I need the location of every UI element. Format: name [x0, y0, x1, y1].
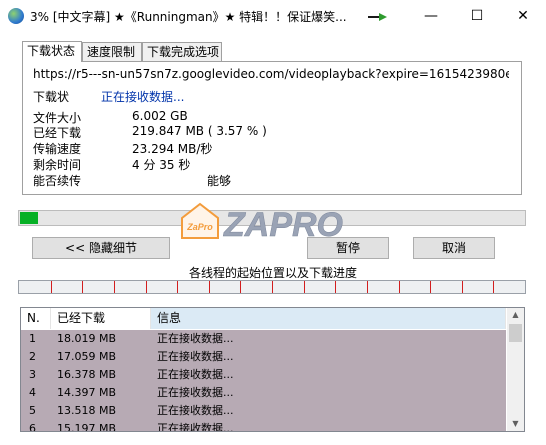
- row-info: 正在接收数据...: [157, 332, 234, 345]
- thread-start-tick: [367, 281, 368, 293]
- thread-list[interactable]: N. 已经下载 信息 1 18.019 MB 正在接收数据... 2 17.05…: [20, 307, 525, 432]
- hide-details-button[interactable]: << 隐藏细节: [32, 237, 170, 259]
- list-item[interactable]: 4 14.397 MB 正在接收数据...: [21, 384, 506, 402]
- list-item[interactable]: 5 13.518 MB 正在接收数据...: [21, 402, 506, 420]
- file-size-value: 6.002 GB: [132, 109, 188, 123]
- row-number: 2: [29, 350, 36, 363]
- vertical-scrollbar[interactable]: ▲ ▼: [507, 308, 524, 431]
- row-downloaded: 13.518 MB: [57, 404, 117, 417]
- list-item[interactable]: 1 18.019 MB 正在接收数据...: [21, 330, 506, 348]
- thread-start-tick: [177, 281, 178, 293]
- column-header-info[interactable]: 信息: [151, 308, 506, 329]
- thread-start-tick: [462, 281, 463, 293]
- logo-badge-text: ZaPro: [186, 222, 213, 232]
- row-downloaded: 17.059 MB: [57, 350, 117, 363]
- window-title: 3% [中文字幕] ★《Runningman》★ 特辑！！保证爆笑...: [30, 10, 347, 24]
- row-number: 6: [29, 422, 36, 432]
- download-url: https://r5---sn-un57sn7z.googlevideo.com…: [33, 67, 509, 81]
- minimize-button[interactable]: —: [408, 0, 454, 32]
- scroll-thumb[interactable]: [509, 324, 522, 342]
- speed-value: 23.294 MB/秒: [132, 142, 213, 156]
- tab-download-status[interactable]: 下载状态: [22, 41, 82, 62]
- tab-completion-options[interactable]: 下载完成选项: [142, 42, 222, 61]
- threads-caption: 各线程的起始位置以及下载进度: [188, 266, 357, 280]
- row-info: 正在接收数据...: [157, 386, 234, 399]
- status-panel: [22, 61, 522, 195]
- state-label: 下载状: [33, 90, 70, 104]
- close-button[interactable]: ✕: [500, 0, 546, 32]
- row-downloaded: 15.197 MB: [57, 422, 117, 432]
- column-header-downloaded[interactable]: 已经下载: [51, 308, 151, 329]
- resume-label: 能否续传: [33, 174, 82, 188]
- pause-button[interactable]: 暂停: [307, 237, 389, 259]
- list-item[interactable]: 2 17.059 MB 正在接收数据...: [21, 348, 506, 366]
- scroll-up-icon[interactable]: ▲: [507, 308, 524, 322]
- state-value: 正在接收数据...: [101, 90, 185, 104]
- row-info: 正在接收数据...: [157, 350, 234, 363]
- thread-start-tick: [430, 281, 431, 293]
- row-downloaded: 16.378 MB: [57, 368, 117, 381]
- downloaded-label: 已经下载: [33, 126, 82, 140]
- thread-start-tick: [240, 281, 241, 293]
- row-number: 4: [29, 386, 36, 399]
- thread-start-tick: [114, 281, 115, 293]
- globe-icon: [8, 8, 24, 24]
- row-number: 1: [29, 332, 36, 345]
- resume-value: 能够: [207, 174, 232, 188]
- row-number: 5: [29, 404, 36, 417]
- thread-start-tick: [51, 281, 52, 293]
- remaining-value: 4 分 35 秒: [132, 158, 191, 172]
- row-info: 正在接收数据...: [157, 368, 234, 381]
- remaining-label: 剩余时间: [33, 158, 82, 172]
- row-info: 正在接收数据...: [157, 422, 234, 432]
- scroll-down-icon[interactable]: ▼: [507, 417, 524, 431]
- downloaded-value: 219.847 MB ( 3.57 % ): [132, 124, 267, 138]
- column-header-number[interactable]: N.: [21, 308, 51, 329]
- row-info: 正在接收数据...: [157, 404, 234, 417]
- thread-start-tick: [335, 281, 336, 293]
- list-item[interactable]: 3 16.378 MB 正在接收数据...: [21, 366, 506, 384]
- speed-label: 传输速度: [33, 142, 82, 156]
- row-downloaded: 14.397 MB: [57, 386, 117, 399]
- row-number: 3: [29, 368, 36, 381]
- thread-start-tick: [146, 281, 147, 293]
- thread-progress-bar: [18, 280, 526, 294]
- tab-speed-limit[interactable]: 速度限制: [82, 42, 142, 61]
- title-bar: 3% [中文字幕] ★《Runningman》★ 特辑！！保证爆笑... — ☐…: [0, 0, 546, 32]
- row-downloaded: 18.019 MB: [57, 332, 117, 345]
- thread-start-tick: [209, 281, 210, 293]
- download-arrow-icon: [368, 13, 387, 21]
- thread-start-tick: [493, 281, 494, 293]
- zapro-logo: ZaPro ZAPRO: [181, 202, 343, 242]
- maximize-button[interactable]: ☐: [454, 0, 500, 32]
- thread-start-tick: [272, 281, 273, 293]
- list-item[interactable]: 6 15.197 MB 正在接收数据...: [21, 420, 506, 432]
- cancel-button[interactable]: 取消: [413, 237, 495, 259]
- progress-fill: [20, 212, 38, 224]
- thread-start-tick: [399, 281, 400, 293]
- thread-start-tick: [82, 281, 83, 293]
- thread-start-tick: [304, 281, 305, 293]
